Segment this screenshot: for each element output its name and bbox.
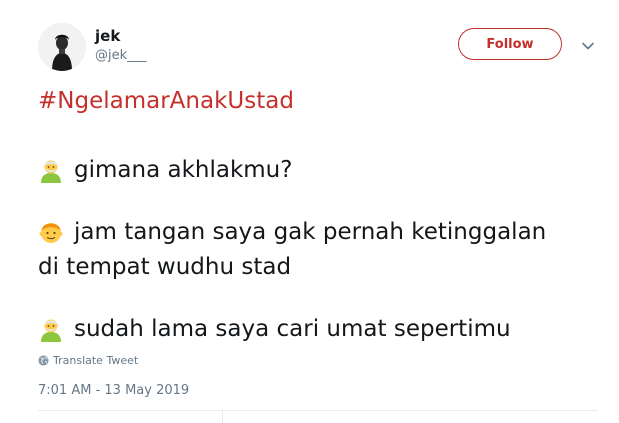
tweet-line: sudah lama saya cari umat sepertimu	[38, 314, 511, 344]
user-handle[interactable]: @jek___	[95, 48, 147, 64]
tweet-card: jek @jek___ Follow #NgelamarAnakUstad gi…	[0, 0, 619, 423]
divider	[222, 410, 223, 423]
avatar-photo-icon	[38, 23, 86, 71]
tweet-line: gimana akhlakmu?	[38, 155, 292, 185]
tweet-line-text: jam tangan saya gak pernah ketinggalan	[74, 219, 547, 245]
tweet-line-text: gimana akhlakmu?	[74, 157, 293, 183]
boy-emoji-icon	[39, 223, 63, 243]
old-man-emoji-icon	[41, 160, 61, 183]
tweet-line-text: sudah lama saya cari umat sepertimu	[74, 316, 511, 342]
hashtag-link[interactable]: #NgelamarAnakUstad	[38, 86, 294, 116]
globe-icon	[38, 355, 49, 366]
chevron-down-icon[interactable]	[580, 38, 596, 54]
divider	[38, 410, 598, 411]
tweet-line: jam tangan saya gak pernah ketinggalan	[38, 217, 546, 247]
translate-label: Translate Tweet	[53, 354, 139, 367]
tweet-line-continuation: di tempat wudhu stad	[38, 254, 292, 280]
avatar[interactable]	[38, 23, 86, 71]
old-man-emoji-icon	[41, 319, 61, 342]
follow-button[interactable]: Follow	[458, 28, 562, 60]
translate-tweet-link[interactable]: Translate Tweet	[38, 354, 138, 367]
tweet-timestamp[interactable]: 7:01 AM - 13 May 2019	[38, 383, 189, 398]
display-name[interactable]: jek	[95, 27, 120, 45]
